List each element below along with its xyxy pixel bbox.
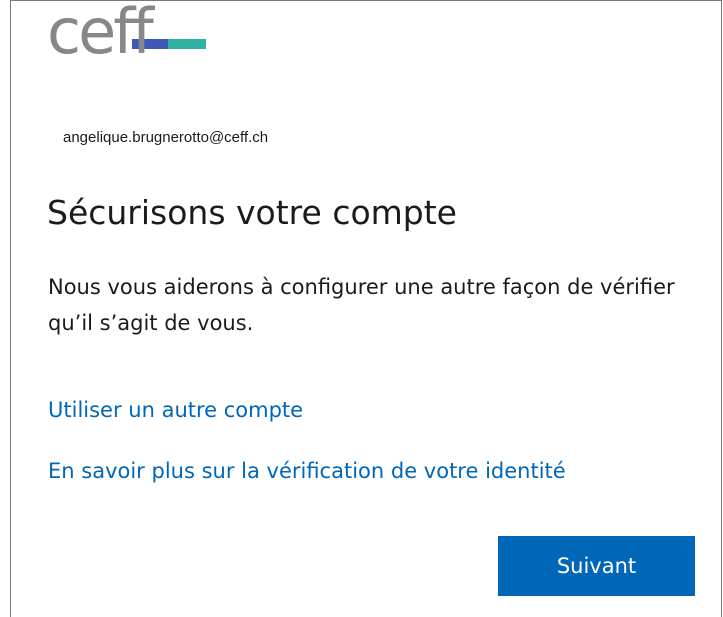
description-text: Nous vous aiderons à configurer une autr… xyxy=(48,275,675,335)
use-another-account-link[interactable]: Utiliser un autre compte xyxy=(48,398,303,422)
ceff-logo: ceff xyxy=(47,1,247,89)
logo-bar-teal xyxy=(168,39,206,49)
sign-in-card: ceff angelique.brugnerotto@ceff.ch Sécur… xyxy=(10,0,722,617)
next-button[interactable]: Suivant xyxy=(498,536,695,596)
page-title: Sécurisons votre compte xyxy=(47,193,457,232)
learn-more-verification-link[interactable]: En savoir plus sur la vérification de vo… xyxy=(48,459,566,483)
logo-text: ceff xyxy=(47,0,154,68)
account-email: angelique.brugnerotto@ceff.ch xyxy=(63,129,269,146)
